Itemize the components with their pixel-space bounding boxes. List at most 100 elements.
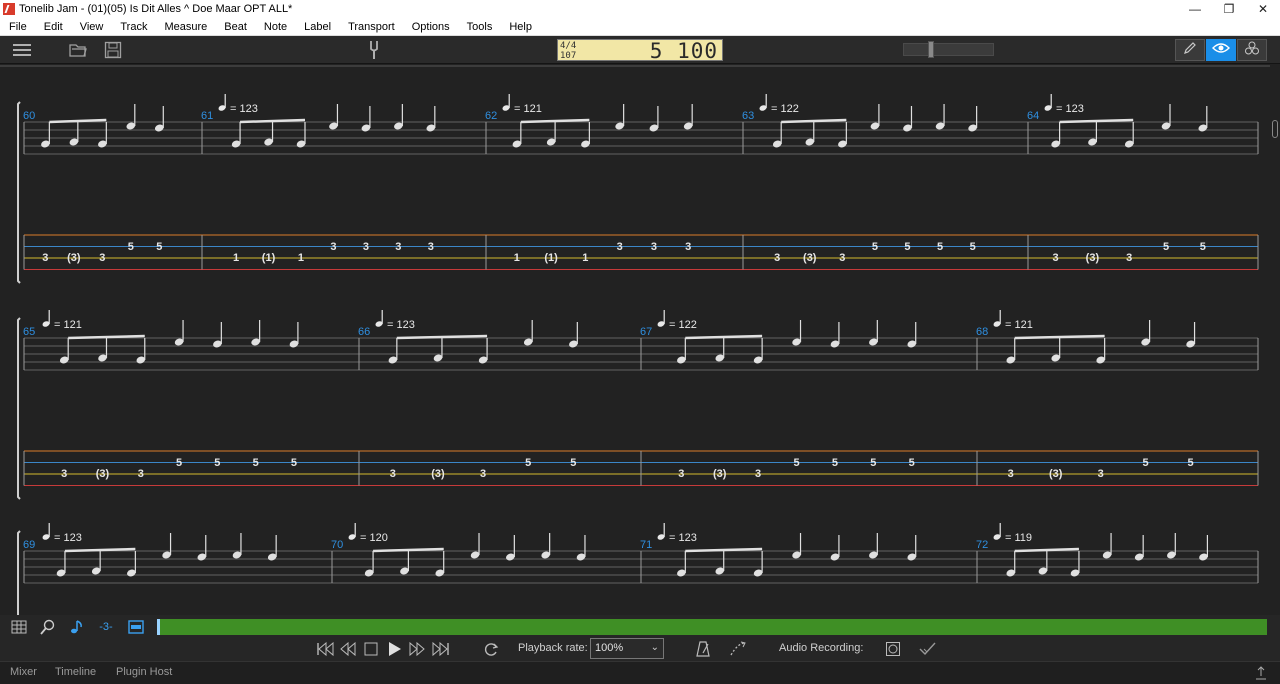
menu-measure[interactable]: Measure [155,21,215,33]
tab-fret-number[interactable]: 3 [395,241,401,253]
panel-icon[interactable] [127,618,145,635]
tab-fret-number[interactable]: 3 [685,241,691,253]
restore-icon[interactable]: ❐ [1212,0,1246,18]
checkmark-icon[interactable] [919,640,937,658]
tab-fret-number[interactable]: (3) [67,252,81,264]
stop-icon[interactable] [363,640,379,658]
count-in-icon[interactable] [728,640,748,658]
save-icon[interactable] [103,40,123,60]
tab-fret-number[interactable]: 3 [1098,468,1104,480]
tab-fret-number[interactable]: 3 [774,252,780,264]
tab-fret-number[interactable]: 5 [870,457,876,469]
edit-mode-button[interactable] [1175,39,1205,61]
tab-fret-number[interactable]: 5 [832,457,838,469]
tab-plugin-host[interactable]: Plugin Host [116,666,172,678]
tab-fret-number[interactable]: 5 [176,457,182,469]
tab-fret-number[interactable]: 1 [514,252,520,264]
skip-start-icon[interactable] [316,640,334,658]
tab-fret-number[interactable]: 3 [99,252,105,264]
zoom-slider-thumb[interactable] [928,41,934,58]
tab-fret-number[interactable]: 3 [61,468,67,480]
zoom-icon[interactable] [39,618,57,635]
note-icon[interactable] [68,618,86,635]
tab-fret-number[interactable]: 5 [1200,241,1206,253]
tab-fret-number[interactable]: 3 [755,468,761,480]
minimize-icon[interactable]: — [1178,0,1212,18]
tab-fret-number[interactable]: 5 [253,457,259,469]
tab-fret-number[interactable]: (3) [713,468,727,480]
menu-tools[interactable]: Tools [458,21,501,33]
tab-fret-number[interactable]: 1 [233,252,239,264]
menu-help[interactable]: Help [500,21,540,33]
tab-fret-number[interactable]: 5 [128,241,134,253]
menu-file[interactable]: File [0,21,35,33]
record-icon[interactable] [884,640,902,658]
tab-fret-number[interactable]: 1 [582,252,588,264]
menu-transport[interactable]: Transport [339,21,403,33]
timeline-bar[interactable] [157,619,1267,635]
tab-fret-number[interactable]: 5 [291,457,297,469]
tab-fret-number[interactable]: 5 [793,457,799,469]
menu-beat[interactable]: Beat [215,21,255,33]
tab-fret-number[interactable]: 3 [1053,252,1059,264]
menu-note[interactable]: Note [255,21,295,33]
play-icon[interactable] [386,640,402,658]
tab-fret-number[interactable]: (1) [544,252,558,264]
view-mode-button[interactable] [1206,39,1236,61]
tab-fret-number[interactable]: (3) [96,468,110,480]
tab-fret-number[interactable]: 5 [1143,457,1149,469]
menu-view[interactable]: View [71,21,112,33]
menu-label[interactable]: Label [295,21,339,33]
tab-fret-number[interactable]: 3 [480,468,486,480]
tab-fret-number[interactable]: 3 [678,468,684,480]
tab-fret-number[interactable]: 3 [651,241,657,253]
scrollbar-thumb[interactable] [1272,120,1278,138]
tab-fret-number[interactable]: 3 [363,241,369,253]
tab-fret-number[interactable]: (1) [262,252,276,264]
zoom-slider[interactable] [903,41,994,58]
grid-icon[interactable] [10,618,28,635]
menu-options[interactable]: Options [403,21,458,33]
tab-fret-number[interactable]: 3 [138,468,144,480]
tab-fret-number[interactable]: 5 [1187,457,1193,469]
metronome-icon[interactable] [694,640,712,658]
timeline-cursor[interactable] [157,619,160,635]
tab-fret-number[interactable]: 1 [298,252,304,264]
playback-rate-select[interactable]: 100% ⌄ [590,638,664,659]
tab-timeline[interactable]: Timeline [55,666,96,678]
hamburger-menu-icon[interactable] [11,40,33,60]
tab-fret-number[interactable]: 3 [390,468,396,480]
tab-fret-number[interactable]: 3 [428,241,434,253]
close-icon[interactable]: ✕ [1246,0,1280,18]
tab-fret-number[interactable]: 5 [970,241,976,253]
tab-fret-number[interactable]: 3 [330,241,336,253]
tab-fret-number[interactable]: 3 [1008,468,1014,480]
tab-fret-number[interactable]: 3 [1126,252,1132,264]
tab-fret-number[interactable]: 5 [570,457,576,469]
open-folder-icon[interactable] [68,40,88,60]
tab-fret-number[interactable]: 3 [617,241,623,253]
tab-fret-number[interactable]: 5 [937,241,943,253]
tab-fret-number[interactable]: (3) [803,252,817,264]
tab-fret-number[interactable]: 5 [872,241,878,253]
export-icon[interactable] [1254,664,1268,682]
vertical-scrollbar[interactable] [1270,65,1280,615]
loop-icon[interactable] [482,640,500,658]
tab-fret-number[interactable]: 5 [214,457,220,469]
tab-fret-number[interactable]: (3) [1049,468,1063,480]
tab-fret-number[interactable]: (3) [431,468,445,480]
tab-fret-number[interactable]: 5 [156,241,162,253]
skip-end-icon[interactable] [432,640,450,658]
menu-edit[interactable]: Edit [35,21,71,33]
tab-fret-number[interactable]: 5 [525,457,531,469]
tab-fret-number[interactable]: 5 [909,457,915,469]
triplet-icon[interactable]: -3- [97,618,115,635]
tab-fret-number[interactable]: 5 [904,241,910,253]
tab-fret-number[interactable]: 3 [42,252,48,264]
tab-fret-number[interactable]: 3 [839,252,845,264]
rewind-icon[interactable] [339,640,357,658]
score-view[interactable]: 60 3 (3) 3 5 5 61 = 123 1 (1) 1 3 3 3 3 62 = 121 1 (1) 1 3 3 3… [0,65,1270,615]
tab-fret-number[interactable]: (3) [1086,252,1100,264]
tuning-fork-icon[interactable] [366,40,382,60]
tab-mixer[interactable]: Mixer [10,666,37,678]
